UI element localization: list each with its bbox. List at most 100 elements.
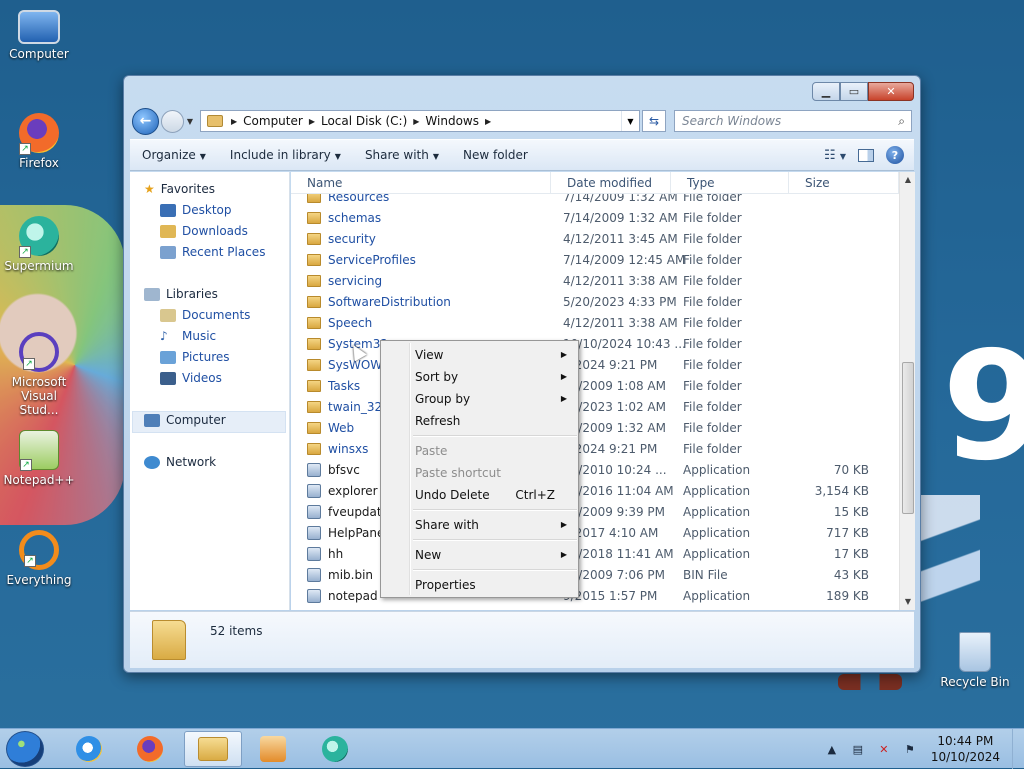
menu-item-refresh[interactable]: Refresh [415, 411, 575, 431]
desktop-icon-supermium[interactable]: ↗ Supermium [1, 216, 77, 273]
menu-label: Paste [415, 444, 448, 458]
view-options-icon[interactable]: ☷ ▼ [824, 148, 846, 163]
nav-desktop[interactable]: Desktop [160, 203, 232, 217]
menu-separator [413, 509, 577, 511]
folder-icon [307, 253, 321, 266]
nav-label: Desktop [182, 203, 232, 217]
nav-computer[interactable]: Computer [144, 413, 226, 427]
window-controls: ▁ ▭ ✕ [812, 82, 914, 101]
chevron-right-icon: ▶ [231, 116, 238, 126]
recycle-bin-icon [959, 632, 991, 672]
folder-icon [307, 211, 321, 224]
organize-button[interactable]: Organize ▼ [130, 148, 218, 162]
desktop-icon-visual-studio[interactable]: ↗ Microsoft Visual Stud... [1, 332, 77, 417]
share-with-label: Share with [364, 148, 429, 162]
forward-button[interactable] [161, 109, 184, 133]
folder-icon [307, 232, 321, 245]
file-name: SoftwareDistribution [291, 295, 551, 309]
table-row[interactable]: Speech 4/12/2011 3:38 AM File folder [291, 312, 899, 333]
computer-icon [144, 413, 160, 427]
desktop-icon-recycle-bin[interactable]: Recycle Bin [937, 632, 1013, 689]
nav-pictures[interactable]: Pictures [160, 350, 230, 364]
desktop-icon-firefox[interactable]: ↗ Firefox [1, 113, 77, 170]
search-input[interactable]: Search Windows ⌕ [674, 110, 912, 132]
nav-favorites[interactable]: ★ Favorites [144, 182, 215, 196]
menu-item-paste-shortcut[interactable]: Paste shortcut [415, 463, 575, 483]
table-row[interactable]: servicing 4/12/2011 3:38 AM File folder [291, 270, 899, 291]
nav-documents[interactable]: Documents [160, 308, 250, 322]
menu-item-share-with[interactable]: Share with ▶ [415, 515, 575, 535]
menu-item-new[interactable]: New ▶ [415, 545, 575, 565]
menu-item-group-by[interactable]: Group by ▶ [415, 389, 575, 409]
include-in-library-label: Include in library [229, 148, 331, 162]
menu-item-sort-by[interactable]: Sort by ▶ [415, 367, 575, 387]
taskbar-explorer[interactable] [184, 731, 242, 767]
desktop-icon-computer[interactable]: Computer [1, 10, 77, 61]
context-menu: View ▶ Sort by ▶ Group by ▶ Refresh Paste P… [380, 340, 579, 598]
volume-muted-icon[interactable]: ✕ [876, 743, 892, 756]
scrollbar-thumb[interactable] [902, 362, 914, 514]
file-name-text: explorer [328, 483, 378, 498]
taskbar-internet-explorer[interactable] [62, 731, 116, 767]
help-icon[interactable]: ? [886, 146, 904, 164]
show-desktop-button[interactable] [1012, 729, 1024, 769]
back-button[interactable]: ← [132, 107, 159, 135]
include-in-library-button[interactable]: Include in library ▼ [218, 148, 353, 162]
nav-videos[interactable]: Videos [160, 371, 222, 385]
file-date: 7/14/2009 1:32 AM [563, 210, 678, 225]
desktop-icon-everything[interactable]: ↗ Everything [1, 530, 77, 587]
column-size[interactable]: Size [789, 172, 899, 193]
file-size: 17 KB [833, 546, 869, 561]
start-button[interactable] [6, 731, 44, 767]
preview-pane-icon[interactable] [858, 148, 874, 162]
item-count: 52 items [210, 624, 263, 638]
recent-pages-button[interactable]: ▼ [184, 117, 196, 126]
table-row[interactable]: security 4/12/2011 3:45 AM File folder [291, 228, 899, 249]
menu-item-view[interactable]: View ▶ [415, 345, 575, 365]
breadcrumb-computer[interactable]: Computer [243, 114, 303, 128]
new-folder-button[interactable]: New folder [451, 148, 540, 162]
nav-recent-places[interactable]: Recent Places [160, 245, 265, 259]
menu-label: Properties [415, 578, 476, 592]
nav-label: Favorites [160, 182, 215, 196]
clock[interactable]: 10:44 PM 10/10/2024 [931, 733, 1000, 765]
show-hidden-icons-button[interactable]: ▲ [824, 743, 840, 756]
desktop-icon-notepadpp[interactable]: ↗ Notepad++ [1, 430, 77, 487]
breadcrumb-windows[interactable]: Windows [425, 114, 479, 128]
file-type: BIN File [683, 567, 728, 582]
refresh-button[interactable]: ⇆ [642, 110, 666, 132]
address-bar[interactable]: ▶ Computer ▶ Local Disk (C:) ▶ Windows ▶… [200, 110, 640, 132]
menu-item-paste[interactable]: Paste [415, 441, 575, 461]
nav-libraries[interactable]: Libraries [144, 287, 218, 301]
column-type[interactable]: Type [671, 172, 789, 193]
close-button[interactable]: ✕ [868, 82, 914, 101]
column-date-modified[interactable]: Date modified [551, 172, 671, 193]
taskbar-media-player[interactable] [246, 731, 300, 767]
table-row[interactable]: SoftwareDistribution 5/20/2023 4:33 PM Fil… [291, 291, 899, 312]
chevron-right-icon: ▶ [560, 350, 567, 359]
file-type: File folder [683, 378, 742, 393]
taskbar-supermium[interactable] [308, 731, 362, 767]
table-row[interactable]: ServiceProfiles 7/14/2009 12:45 AM File fo… [291, 249, 899, 270]
breadcrumb-local-disk[interactable]: Local Disk (C:) [321, 114, 407, 128]
column-name[interactable]: Name [291, 172, 551, 193]
nav-network[interactable]: Network [144, 455, 216, 469]
nav-music[interactable]: ♪ Music [160, 329, 216, 343]
menu-item-undo-delete[interactable]: Undo Delete Ctrl+Z [415, 485, 575, 505]
scroll-up-arrow-icon[interactable]: ▲ [900, 172, 915, 188]
vertical-scrollbar[interactable]: ▲ ▼ [899, 172, 915, 610]
taskbar-firefox[interactable] [123, 731, 177, 767]
file-size: 717 KB [826, 525, 869, 540]
address-history-dropdown[interactable]: ▼ [621, 111, 639, 131]
explorer-folder-icon [198, 737, 228, 761]
table-row[interactable]: schemas 7/14/2009 1:32 AM File folder [291, 207, 899, 228]
action-center-flag-icon[interactable]: ⚑ [902, 743, 918, 756]
maximize-button[interactable]: ▭ [840, 82, 868, 101]
folder-icon [307, 337, 321, 350]
share-with-button[interactable]: Share with ▼ [353, 148, 451, 162]
nav-downloads[interactable]: Downloads [160, 224, 248, 238]
menu-item-properties[interactable]: Properties [415, 575, 575, 595]
network-status-icon[interactable]: ▤ [850, 743, 866, 756]
minimize-button[interactable]: ▁ [812, 82, 840, 101]
scroll-down-arrow-icon[interactable]: ▼ [900, 594, 915, 610]
